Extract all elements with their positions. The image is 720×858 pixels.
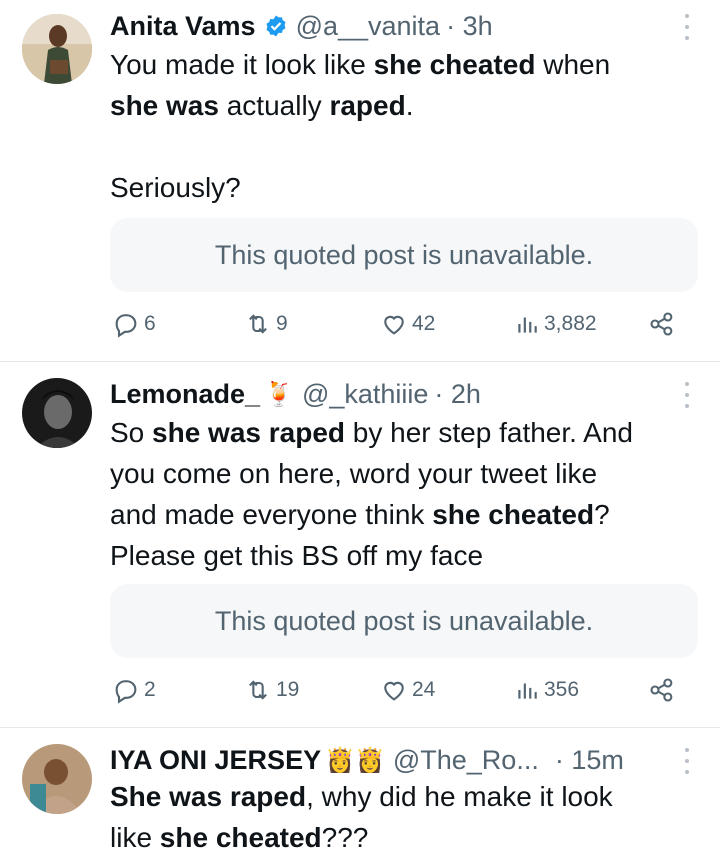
- display-name[interactable]: Anita Vams: [110, 11, 256, 42]
- share-button[interactable]: [648, 310, 680, 338]
- text-line: She was raped, why did he make it look: [110, 781, 613, 812]
- text-line: she was actually raped.: [110, 90, 414, 121]
- tweet-text: She was raped, why did he make it look l…: [110, 776, 690, 858]
- quoted-post-unavailable[interactable]: This quoted post is unavailable.: [110, 584, 698, 658]
- views-icon: [518, 683, 537, 699]
- tweet[interactable]: IYA ONI JERSEY 👸👸 @The_Ro... · 15m She w…: [0, 728, 720, 854]
- tweet-text: So she was raped by her step father. And…: [110, 412, 690, 576]
- quoted-post-unavailable[interactable]: This quoted post is unavailable.: [110, 218, 698, 292]
- text-line: Please get this BS off my face: [110, 540, 484, 571]
- more-options-icon[interactable]: [682, 382, 692, 408]
- repost-button[interactable]: 19: [244, 676, 299, 704]
- timestamp[interactable]: · 15m: [555, 745, 624, 776]
- display-name[interactable]: IYA ONI JERSEY: [110, 745, 321, 776]
- heart-icon: [384, 315, 404, 335]
- timestamp[interactable]: · 2h: [434, 379, 481, 410]
- views-button[interactable]: 3,882: [514, 310, 597, 338]
- handle[interactable]: @The_Ro...: [393, 745, 539, 776]
- timestamp[interactable]: · 3h: [446, 11, 493, 42]
- reply-button[interactable]: 6: [112, 310, 156, 338]
- avatar[interactable]: [22, 378, 92, 448]
- repost-count: 19: [276, 678, 300, 701]
- like-count: 24: [412, 678, 436, 701]
- views-button[interactable]: 356: [514, 676, 579, 704]
- reply-count: 6: [144, 312, 156, 335]
- handle[interactable]: @_kathiiie: [302, 379, 428, 410]
- share-button[interactable]: [648, 676, 680, 704]
- avatar[interactable]: [22, 14, 92, 84]
- share-icon: [650, 312, 673, 336]
- text-line: you come on here, word your tweet like: [110, 458, 598, 489]
- handle[interactable]: @a__vanita: [296, 11, 441, 42]
- reply-count: 2: [144, 678, 156, 701]
- tweet[interactable]: Lemonade_ 🍹 @_kathiiie · 2h So she was r…: [0, 362, 720, 728]
- princess-emoji: 👸👸: [325, 746, 385, 774]
- reply-button[interactable]: 2: [112, 676, 156, 704]
- like-count: 42: [412, 312, 436, 335]
- more-options-icon[interactable]: [682, 748, 692, 774]
- text-line: and made everyone think she cheated?: [110, 499, 610, 530]
- like-button[interactable]: 42: [380, 310, 435, 338]
- like-button[interactable]: 24: [380, 676, 435, 704]
- more-options-icon[interactable]: [682, 14, 692, 40]
- text-line: like she cheated???: [110, 822, 369, 853]
- avatar[interactable]: [22, 744, 92, 814]
- display-name[interactable]: Lemonade_: [110, 379, 260, 410]
- repost-button[interactable]: 9: [244, 310, 288, 338]
- view-count: 356: [544, 678, 580, 701]
- text-line: Seriously?: [110, 172, 241, 203]
- heart-icon: [384, 681, 404, 701]
- view-count: 3,882: [544, 312, 597, 335]
- cocktail-emoji: 🍹: [264, 380, 294, 408]
- repost-icon: [249, 314, 267, 334]
- reply-icon: [115, 680, 137, 704]
- repost-icon: [249, 680, 267, 700]
- reply-icon: [115, 314, 137, 338]
- views-icon: [518, 317, 537, 333]
- share-icon: [650, 678, 673, 702]
- repost-count: 9: [276, 312, 288, 335]
- tweet-text: You made it look like she cheated when s…: [110, 44, 690, 208]
- tweet[interactable]: Anita Vams @a__vanita · 3h You made it l…: [0, 0, 720, 362]
- text-line: You made it look like she cheated when: [110, 49, 611, 80]
- verified-badge-icon: [264, 14, 288, 38]
- text-line: So she was raped by her step father. And: [110, 417, 633, 448]
